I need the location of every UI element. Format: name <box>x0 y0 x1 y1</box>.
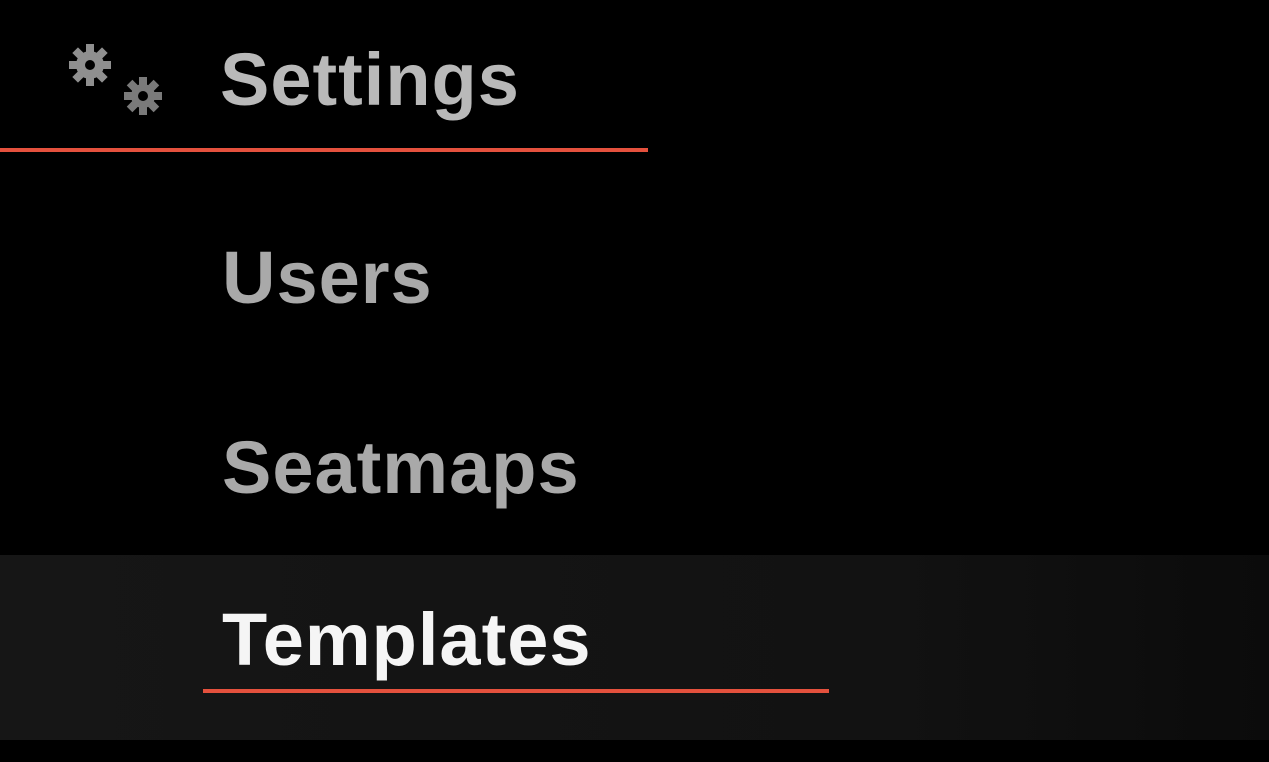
settings-menu-header[interactable]: Settings <box>0 0 1269 165</box>
menu-item-templates-label: Templates <box>222 598 592 681</box>
menu-item-users[interactable]: Users <box>0 190 1269 370</box>
gears-icon <box>60 32 175 127</box>
templates-underline <box>203 689 829 693</box>
menu-item-templates[interactable]: Templates <box>0 555 1269 740</box>
menu-item-seatmaps[interactable]: Seatmaps <box>0 375 1269 555</box>
settings-underline <box>0 148 648 152</box>
menu-item-users-label: Users <box>222 236 433 319</box>
menu-item-seatmaps-label: Seatmaps <box>222 426 580 509</box>
settings-label: Settings <box>220 38 520 121</box>
